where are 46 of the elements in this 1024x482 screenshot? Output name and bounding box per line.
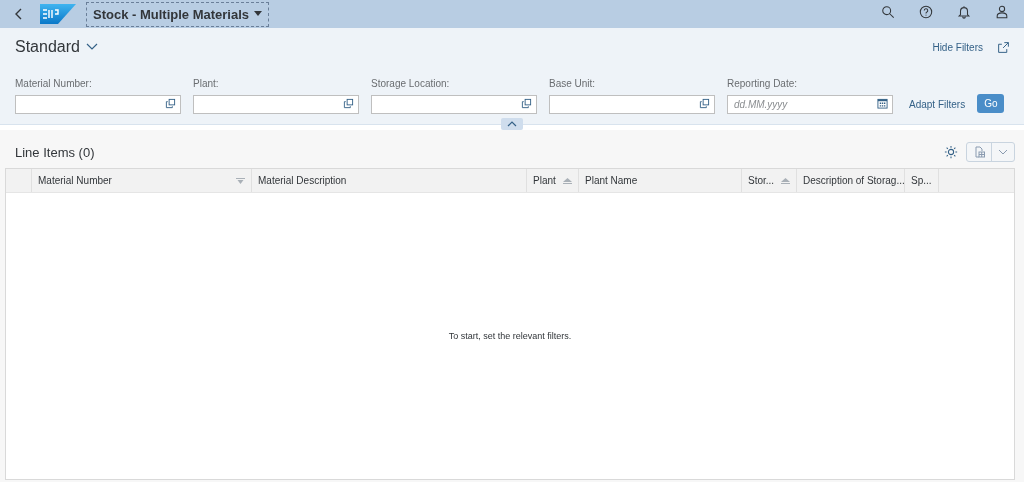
column-header[interactable]: Plant Name — [579, 169, 742, 192]
chevron-up-icon — [507, 121, 517, 127]
hide-filters-link[interactable]: Hide Filters — [932, 41, 983, 53]
back-icon — [14, 8, 24, 20]
filter-label: Base Unit: — [549, 78, 597, 89]
logo-icon[interactable] — [40, 4, 76, 24]
column-header[interactable]: Material Description — [252, 169, 527, 192]
bell-icon[interactable] — [957, 5, 971, 19]
column-header[interactable]: Plant — [527, 169, 579, 192]
filter-field[interactable] — [549, 95, 715, 114]
filter-label: Plant: — [193, 78, 220, 89]
value-help-icon[interactable] — [343, 98, 354, 109]
filter-icon — [236, 177, 245, 184]
user-icon[interactable] — [995, 5, 1009, 19]
search-icon[interactable] — [881, 5, 895, 19]
filter-field[interactable] — [371, 95, 537, 114]
value-help-icon[interactable] — [699, 98, 710, 109]
chevron-down-icon — [85, 43, 98, 51]
app-title-menu[interactable]: Stock - Multiple Materials — [86, 1, 270, 27]
chevron-down-icon — [998, 149, 1008, 155]
variant-selector[interactable]: Standard — [15, 38, 98, 56]
calendar-icon[interactable] — [877, 98, 888, 109]
filter-label: Reporting Date: — [727, 78, 799, 89]
column-header[interactable]: Material Number — [32, 169, 252, 192]
go-button[interactable]: Go — [977, 94, 1005, 113]
sort-ascending-icon — [781, 177, 790, 184]
spreadsheet-icon — [973, 146, 985, 158]
collapse-header-button[interactable] — [501, 118, 523, 130]
share-icon[interactable] — [997, 40, 1010, 54]
column-header[interactable]: Description of Storag... — [797, 169, 905, 192]
column-header[interactable]: Stor... — [742, 169, 797, 192]
settings-icon[interactable] — [944, 145, 958, 159]
empty-message: To start, set the relevant filters. — [448, 331, 572, 341]
column-header[interactable]: Sp... — [905, 169, 939, 192]
help-icon[interactable] — [919, 5, 933, 19]
filter-label: Storage Location: — [371, 78, 451, 89]
filter-field[interactable] — [15, 95, 181, 114]
filter-label: Material Number: — [15, 78, 93, 89]
caret-icon — [254, 11, 263, 17]
filter-field[interactable] — [193, 95, 359, 114]
value-help-icon[interactable] — [521, 98, 532, 109]
adapt-filters-link[interactable]: Adapt Filters — [909, 99, 966, 110]
sort-ascending-icon — [563, 177, 572, 184]
table-title: Line Items (0) — [15, 144, 95, 160]
value-help-icon[interactable] — [165, 98, 176, 109]
filter-field[interactable]: dd.MM.yyyy — [727, 95, 893, 114]
